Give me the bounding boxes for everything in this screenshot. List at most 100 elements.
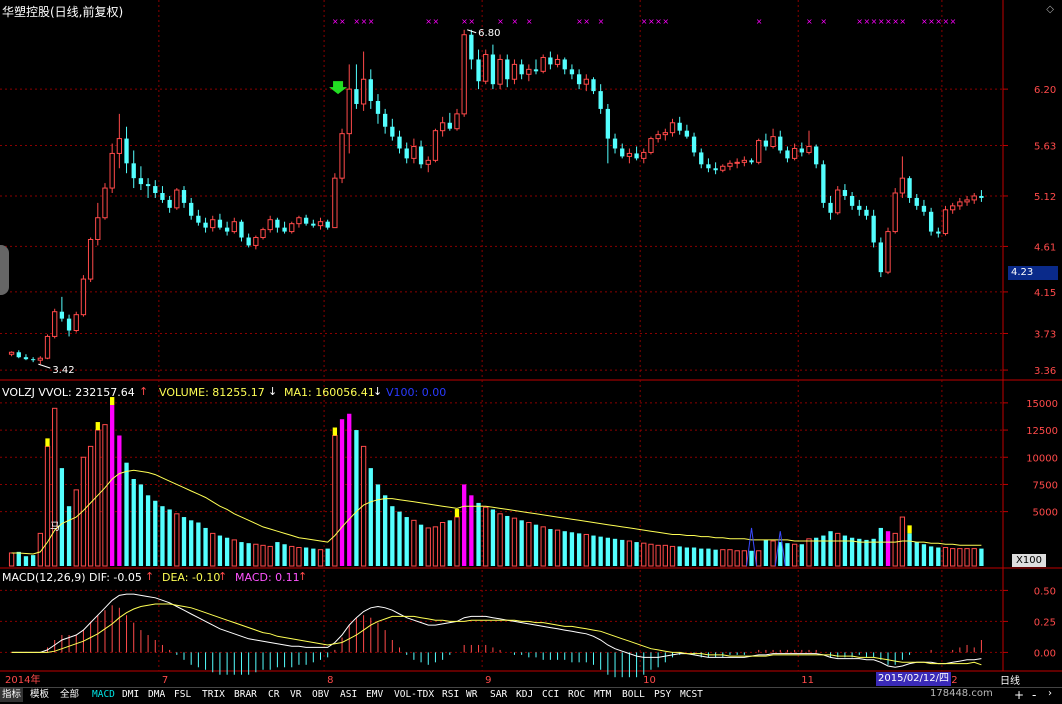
down-arrow-icon: ↓ <box>268 385 278 398</box>
tab-roc[interactable]: ROC <box>566 688 587 702</box>
tab-全部[interactable]: 全部 <box>58 688 81 702</box>
volume-bar <box>275 542 280 566</box>
signal-mark: × <box>641 17 648 26</box>
candle-body <box>548 57 553 65</box>
signal-mark: × <box>526 17 533 26</box>
candle-body <box>432 130 439 161</box>
x-axis-label: 7 <box>162 675 168 686</box>
volume-bar <box>368 468 373 566</box>
signal-mark: × <box>928 17 935 26</box>
price-tick-label: 4.61 <box>1034 242 1056 253</box>
tab-asi[interactable]: ASI <box>338 688 359 702</box>
candle-body <box>8 351 15 355</box>
tab-dmi[interactable]: DMI <box>120 688 141 702</box>
candle-body <box>397 136 402 149</box>
tab-brar[interactable]: BRAR <box>232 688 259 702</box>
tab-指标[interactable]: 指标 <box>0 688 24 702</box>
volume-bar <box>641 542 647 567</box>
volume-bar <box>849 537 855 566</box>
signal-mark: × <box>339 17 346 26</box>
tab-mtm[interactable]: MTM <box>592 688 613 702</box>
candle-body <box>727 162 733 167</box>
volume-bar <box>885 531 891 566</box>
candle-body <box>124 138 129 164</box>
candle-body <box>511 63 518 80</box>
candle-body <box>289 223 295 233</box>
candle-body <box>454 113 460 130</box>
tab-obv[interactable]: OBV <box>310 688 331 702</box>
volume-bar <box>871 538 876 566</box>
candle-body <box>196 215 201 223</box>
tab-rsi[interactable]: RSI <box>440 688 461 702</box>
tab-模板[interactable]: 模板 <box>28 688 51 702</box>
volume-bar <box>476 502 481 566</box>
volume-bar-highlight <box>454 509 460 518</box>
volume-bar <box>44 445 51 567</box>
volume-bar <box>928 546 934 566</box>
tab-kdj[interactable]: KDJ <box>514 688 535 702</box>
candle-body <box>526 68 532 75</box>
dif-value: DIF: -0.05 <box>89 571 142 584</box>
tab-sar[interactable]: SAR <box>488 688 509 702</box>
tab-cr[interactable]: CR <box>266 688 281 702</box>
low-pointer <box>38 363 51 369</box>
volume-bar <box>282 544 287 566</box>
volume-bar <box>878 527 883 566</box>
candle-body <box>562 59 567 70</box>
tab-macd[interactable]: MACD <box>90 688 117 702</box>
zoom-out-button[interactable]: - <box>1032 688 1036 702</box>
signal-mark: × <box>756 17 763 26</box>
price-tick-label: 5.12 <box>1034 192 1056 203</box>
volume-bar <box>921 544 927 566</box>
tab-psy[interactable]: PSY <box>652 688 673 702</box>
candle-body <box>418 146 424 165</box>
volume-bar <box>196 522 201 566</box>
zoom-in-button[interactable]: + <box>1014 688 1024 702</box>
candle-body <box>476 59 481 82</box>
tab-emv[interactable]: EMV <box>364 688 385 702</box>
x-axis-label: 9 <box>485 675 491 686</box>
volume-bar <box>749 550 754 566</box>
candle-body <box>497 58 503 85</box>
candle-body <box>325 221 330 228</box>
tab-fsl[interactable]: FSL <box>172 688 193 702</box>
candle-body <box>885 231 891 273</box>
price-tick-label: 6.20 <box>1034 85 1056 96</box>
candle-body <box>899 177 906 194</box>
signal-mark: × <box>425 17 432 26</box>
diamond-icon[interactable]: ◇ <box>1046 4 1054 15</box>
candle-body <box>857 205 862 210</box>
tab-trix[interactable]: TRIX <box>200 688 227 702</box>
volume-bar <box>936 547 941 566</box>
signal-mark: × <box>820 17 827 26</box>
signal-mark: × <box>511 17 518 26</box>
signal-mark: × <box>899 17 906 26</box>
tab-vr[interactable]: VR <box>288 688 303 702</box>
low-price-label: 3.42 <box>52 365 74 376</box>
tab-wr[interactable]: WR <box>464 688 479 702</box>
scroll-right-icon[interactable]: › <box>1048 688 1052 699</box>
candle-body <box>59 311 65 319</box>
candle-body <box>964 199 970 203</box>
tab-cci[interactable]: CCI <box>540 688 561 702</box>
volume-unit-badge[interactable]: X100 <box>1012 554 1046 567</box>
volume-bar <box>289 545 295 567</box>
candle-body <box>30 359 36 361</box>
left-collapse-handle[interactable] <box>0 245 9 295</box>
candle-body <box>210 219 216 229</box>
tab-mcst[interactable]: MCST <box>678 688 705 702</box>
current-price-tag: 4.23 <box>1008 266 1058 280</box>
tab-dma[interactable]: DMA <box>146 688 167 702</box>
volume-bar <box>971 548 977 567</box>
candle-body <box>346 88 352 135</box>
volume-bar <box>699 548 704 566</box>
tab-boll[interactable]: BOLL <box>620 688 647 702</box>
tab-vol-tdx[interactable]: VOL-TDX <box>392 688 436 702</box>
volume-bar <box>246 543 251 566</box>
up-arrow-icon: ↑ <box>139 385 149 398</box>
volume-tick-label: 5000 <box>1033 508 1058 519</box>
volume-bar <box>189 520 194 566</box>
volume-bar <box>835 532 841 567</box>
candle-body <box>763 140 769 147</box>
candle-body <box>16 352 21 358</box>
